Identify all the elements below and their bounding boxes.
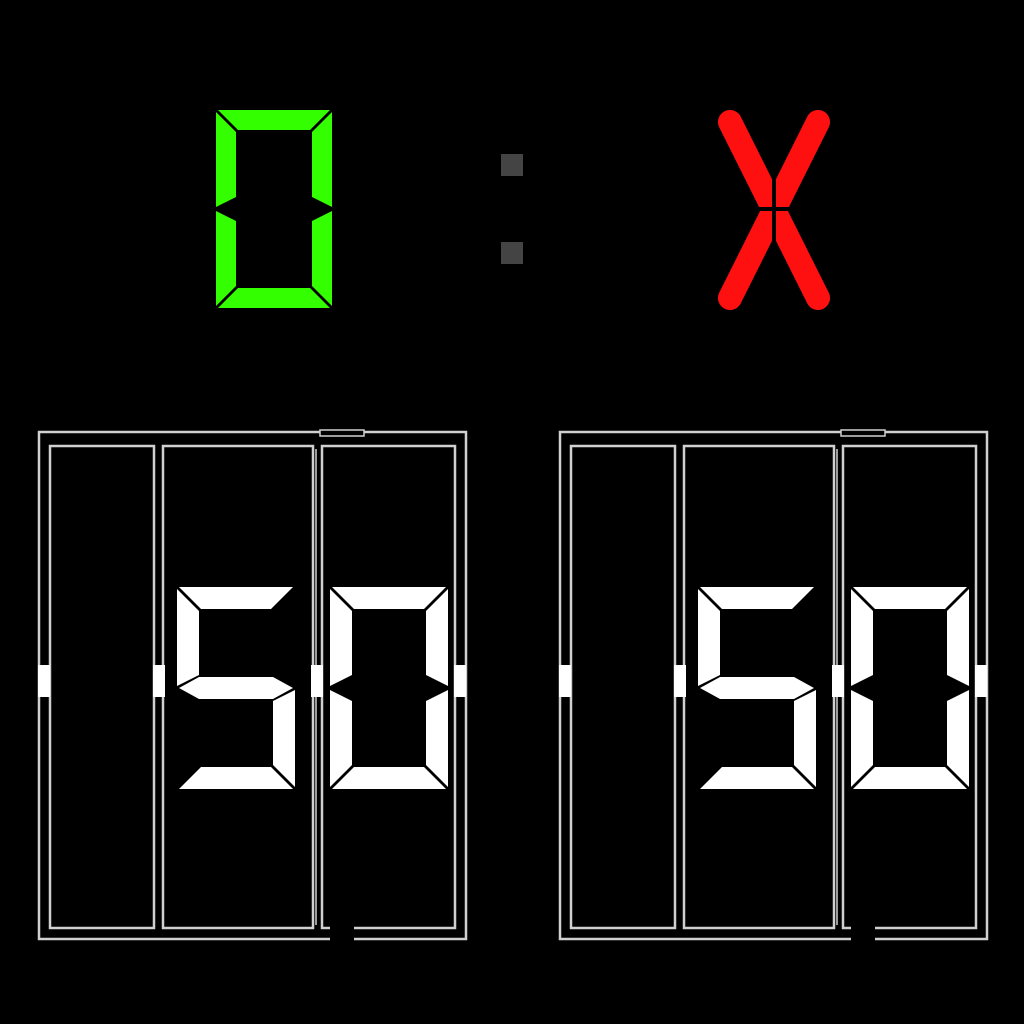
left-score-segment-a — [218, 110, 330, 130]
left-panel-marker-2 — [153, 665, 165, 697]
left-panel-digit-2-segment-a — [332, 587, 446, 609]
right-panel-column-1 — [569, 444, 677, 930]
left-panel-digit-1-segment-a — [179, 587, 293, 609]
separator-dot-bottom — [501, 242, 523, 264]
left-score-segment-c — [312, 211, 332, 306]
left-panel-bottom-notch — [330, 926, 354, 943]
right-panel-column-3 — [841, 444, 978, 930]
right-panel-top-marker — [840, 429, 886, 437]
left-panel-digit-1-segment-g — [179, 677, 293, 699]
right-panel-bottom-notch — [851, 926, 875, 943]
right-panel-digit-2-segment-a — [853, 587, 967, 609]
left-score-segment-e — [216, 211, 236, 306]
left-panel-marker-3 — [311, 665, 323, 697]
seven-segment-zero-icon — [216, 110, 332, 308]
left-score-segment-d — [218, 288, 330, 308]
seven-segment-x-icon — [718, 110, 830, 310]
right-score-display: X — [712, 108, 836, 312]
left-score-segment-b — [312, 112, 332, 207]
game-screen: 0 : X 50 50 — [0, 0, 1024, 1024]
right-panel: 50 — [557, 429, 991, 943]
right-panel-frame — [558, 429, 989, 943]
right-panel-digit-2-segment-d — [853, 767, 967, 789]
x-gap-vertical — [772, 176, 776, 244]
left-panel-digit-2-segment-d — [332, 767, 446, 789]
right-panel-marker-2 — [674, 665, 686, 697]
right-panel-digit-1-segment-a — [700, 587, 814, 609]
right-panel-marker-1 — [559, 665, 571, 697]
right-panel-marker-3 — [832, 665, 844, 697]
left-panel-column-1 — [48, 444, 156, 930]
left-panel-marker-1 — [38, 665, 50, 697]
left-panel-marker-4 — [454, 665, 466, 697]
left-score-segment-f — [216, 112, 236, 207]
right-panel-digit-1-segment-g — [700, 677, 814, 699]
right-panel-marker-4 — [975, 665, 987, 697]
left-panel-frame — [37, 429, 468, 943]
left-panel-digit-1-segment-d — [179, 767, 293, 789]
right-panel-digit-1-segment-d — [700, 767, 814, 789]
left-panel-column-3 — [320, 444, 457, 930]
left-panel: 50 — [36, 429, 470, 943]
separator-dot-top — [501, 154, 523, 176]
left-score-display: 0 — [212, 108, 336, 312]
left-panel-top-marker — [319, 429, 365, 437]
